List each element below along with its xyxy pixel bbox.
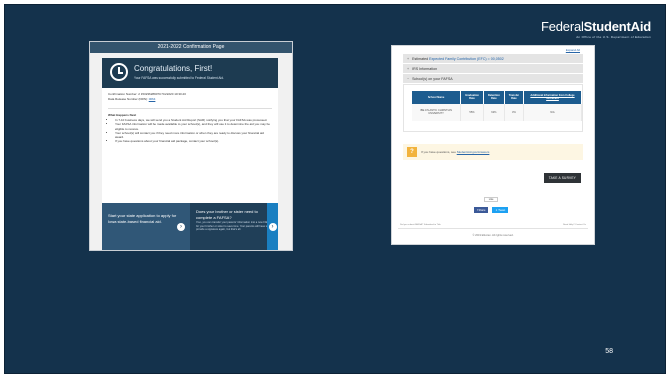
sibling-fafsa-tile[interactable]: Does your brother or sister need to comp…: [190, 203, 278, 250]
scorecard-cell: N/A: [523, 103, 582, 121]
table-header-row: School Name Graduation Rate Retention Ra…: [412, 91, 582, 104]
arrow-right-icon[interactable]: ›: [177, 223, 185, 231]
logo-tagline: An Office of the U.S. Department of Educ…: [576, 35, 651, 39]
question-icon: ?: [407, 147, 417, 157]
confirmation-page-screenshot: 2021-2022 Confirmation Page Congratulati…: [89, 41, 293, 251]
column-header: School Name: [412, 91, 462, 104]
footer-right-link[interactable]: Need Help? Contact Us: [563, 224, 586, 226]
state-application-text: Start your state application to apply fo…: [108, 213, 177, 224]
accordion-schools[interactable]: − School(s) on your FAFSA: [403, 74, 583, 84]
congratulations-heading: Congratulations, First!: [134, 64, 213, 73]
confirmation-number-label: Confirmation Number:: [108, 92, 138, 96]
state-application-tile[interactable]: Start your state application to apply fo…: [102, 203, 190, 250]
congratulations-subheading: Your FAFSA was successfully submitted to…: [134, 76, 224, 80]
share-buttons: f Share ✦ Tweet: [474, 207, 509, 213]
copyright: © 2019 Ellucian. All rights reserved.: [472, 234, 514, 237]
school-name-cell: IBE ATLANTIC CHRISTIAN UNIVERSITY: [412, 103, 462, 121]
data-release-label: Data Release Number (DRN):: [108, 97, 148, 101]
footer-left-link[interactable]: Did you submit FAFSA? Submitted to Title: [400, 224, 441, 226]
take-survey-button[interactable]: TAKE A SURVEY: [543, 173, 581, 183]
data-release-row: Data Release Number (DRN): 0064: [108, 97, 272, 102]
accordion-efc[interactable]: + Estimated Expected Family Contribution …: [403, 54, 583, 64]
schools-panel: School Name Graduation Rate Retention Ra…: [403, 84, 583, 132]
column-header: Retention Rate: [483, 91, 505, 104]
clock-icon: [110, 63, 128, 81]
schools-table: School Name Graduation Rate Retention Ra…: [412, 91, 582, 121]
divider: [108, 108, 272, 109]
next-steps-list: In 7-10 business days, we will send you …: [108, 118, 272, 143]
efc-value: Expected Family Contribution (EFC) = 00,…: [429, 57, 504, 61]
accordion-label: Estimated: [412, 57, 429, 61]
questions-banner: ? If you have questions, see StudentAid.…: [403, 144, 583, 160]
expand-icon: +: [407, 67, 410, 71]
expand-all-link[interactable]: Expand All: [566, 48, 580, 52]
column-header: Graduation Rate: [460, 91, 484, 104]
facebook-share-button[interactable]: f Share: [474, 207, 489, 213]
twitter-share-button[interactable]: ✦ Tweet: [492, 207, 509, 213]
action-tiles: Start your state application to apply fo…: [102, 203, 278, 250]
accordion-irs[interactable]: + IRS Information: [403, 64, 583, 74]
college-scorecard-link[interactable]: Additional Information from College Scor…: [530, 94, 574, 100]
fafsa-summary-screenshot: Expand All + Estimated Expected Family Co…: [391, 45, 595, 245]
presentation-slide: FederalStudentAid An Office of the U.S. …: [4, 4, 666, 374]
column-header: Additional Information from College Scor…: [523, 91, 582, 104]
confirmation-number: 2 15323628907C7C22220 10:30.20: [138, 92, 186, 96]
sibling-fafsa-body: If so, you can transfer your parents' in…: [196, 221, 272, 232]
sibling-fafsa-title: Does your brother or sister need to comp…: [196, 209, 258, 220]
share-area: Like f Share ✦ Tweet: [474, 187, 509, 213]
what-happens-next: What Happens Next In 7-10 business days,…: [102, 111, 278, 145]
confirmation-hero: Congratulations, First! Your FAFSA was s…: [102, 58, 278, 88]
list-item: Your school(s) will contact you if they …: [115, 131, 272, 139]
footer-divider: [398, 228, 588, 229]
confirmation-info: Confirmation Number: 2 15323628907C7C222…: [102, 88, 278, 106]
slide-page-number: 58: [605, 348, 613, 355]
logo-light: Federal: [540, 19, 584, 34]
logo-wordmark: FederalStudentAid: [541, 19, 651, 34]
expand-icon: +: [407, 57, 410, 61]
questions-text: If you have questions, see: [421, 150, 456, 154]
accordion-label: IRS Information: [412, 67, 438, 71]
answers-link[interactable]: StudentAid.gov/Answers: [457, 150, 490, 154]
federal-student-aid-logo: FederalStudentAid An Office of the U.S. …: [541, 19, 651, 39]
what-happens-next-title: What Happens Next: [108, 113, 137, 117]
list-item: Your FAFSA information will be made avai…: [115, 122, 272, 130]
graduation-rate-cell: 55%: [460, 103, 484, 121]
twitter-share-label: Tweet: [498, 208, 506, 212]
retention-rate-cell: 62%: [483, 103, 505, 121]
arrow-right-icon[interactable]: ›: [268, 223, 277, 231]
table-row: IBE ATLANTIC CHRISTIAN UNIVERSITY 55% 62…: [412, 103, 582, 121]
column-header: Transfer Rate: [504, 91, 525, 104]
accordion-label: School(s) on your FAFSA: [412, 77, 453, 81]
list-item: If you have questions about your financi…: [115, 139, 272, 143]
transfer-rate-cell: 3%: [504, 103, 525, 121]
facebook-share-label: Share: [478, 208, 486, 212]
like-button[interactable]: Like: [483, 197, 499, 202]
collapse-icon: −: [407, 77, 410, 81]
logo-bold: StudentAid: [583, 19, 652, 34]
confirmation-page-title: 2021-2022 Confirmation Page: [90, 42, 292, 53]
data-release-number[interactable]: 0064: [149, 97, 156, 101]
